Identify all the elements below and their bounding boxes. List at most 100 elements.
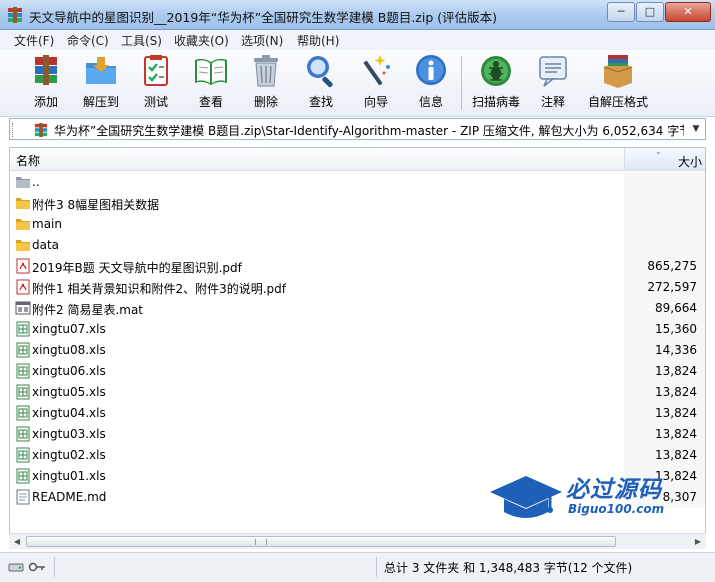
close-button[interactable]: ✕	[665, 2, 711, 22]
file-row[interactable]: xingtu04.xls 13,824	[10, 403, 705, 424]
trash-icon	[254, 55, 278, 87]
file-row[interactable]: xingtu07.xls 15,360	[10, 319, 705, 340]
address-grip	[12, 123, 16, 137]
file-name: main	[32, 217, 62, 231]
horizontal-scrollbar[interactable]: ◀ ▶	[9, 533, 706, 549]
file-row[interactable]: xingtu02.xls 13,824	[10, 445, 705, 466]
winrar-app-icon[interactable]	[7, 7, 23, 23]
xls-file-icon	[16, 363, 30, 379]
virus-scan-icon	[481, 56, 511, 86]
column-size-header[interactable]: ⌄ 大小	[624, 148, 705, 170]
menu-options[interactable]: 选项(N)	[241, 32, 283, 49]
xls-file-icon	[16, 342, 30, 358]
extract-to-button[interactable]: 解压到	[73, 53, 129, 110]
wizard-label: 向导	[363, 95, 388, 109]
file-size: 89,664	[655, 301, 697, 315]
file-size: 13,824	[655, 406, 697, 420]
comment-button[interactable]: 注释	[525, 53, 581, 110]
xls-file-icon	[16, 447, 30, 463]
file-row[interactable]: ..	[10, 172, 705, 193]
file-row[interactable]: 2019年B题 天文导航中的星图识别.pdf 865,275	[10, 256, 705, 277]
menu-bar: 文件(F) 命令(C) 工具(S) 收藏夹(O) 选项(N) 帮助(H)	[0, 30, 715, 51]
delete-button[interactable]: 删除	[238, 53, 294, 110]
address-bar[interactable]: 华为杯”全国研究生数学建模 B题目.zip\Star-Identify-Algo…	[9, 118, 706, 140]
watermark-site: Biguo100.com	[568, 502, 665, 516]
file-row[interactable]: xingtu08.xls 14,336	[10, 340, 705, 361]
file-name: README.md	[32, 490, 107, 504]
test-button[interactable]: 测试	[128, 53, 184, 110]
toolbar-separator	[461, 56, 462, 110]
file-row[interactable]: 附件2 简易星表.mat 89,664	[10, 298, 705, 319]
file-size: 15,360	[655, 322, 697, 336]
xls-file-icon	[16, 384, 30, 400]
menu-commands[interactable]: 命令(C)	[67, 32, 109, 49]
scroll-thumb[interactable]	[26, 536, 616, 547]
virus-scan-label: 扫描病毒	[471, 95, 520, 109]
wizard-button[interactable]: 向导	[348, 53, 404, 110]
file-row[interactable]: xingtu06.xls 13,824	[10, 361, 705, 382]
sfx-label: 自解压格式	[587, 95, 648, 109]
file-row[interactable]: data	[10, 235, 705, 256]
title-bar: 天文导航中的星图识别__2019年“华为杯”全国研究生数学建模 B题目.zip …	[0, 0, 715, 30]
folder-icon	[16, 240, 30, 251]
file-name: 2019年B题 天文导航中的星图识别.pdf	[32, 261, 242, 275]
address-path: 华为杯”全国研究生数学建模 B题目.zip\Star-Identify-Algo…	[54, 124, 684, 138]
archive-icon	[34, 123, 48, 137]
info-icon	[416, 55, 446, 85]
scroll-left-icon[interactable]: ◀	[10, 535, 24, 548]
status-bar: 总计 3 文件夹 和 1,348,483 字节(12 个文件)	[0, 552, 715, 582]
pdf-file-icon	[16, 258, 30, 274]
menu-file[interactable]: 文件(F)	[14, 32, 54, 49]
file-row[interactable]: 附件3 8幅星图相关数据	[10, 193, 705, 214]
view-book-icon	[195, 58, 227, 85]
file-name: 附件3 8幅星图相关数据	[32, 198, 160, 212]
file-row[interactable]: xingtu05.xls 13,824	[10, 382, 705, 403]
info-button[interactable]: 信息	[403, 53, 459, 110]
add-label: 添加	[33, 95, 58, 109]
parent-folder-icon	[16, 177, 30, 188]
test-checklist-icon	[144, 55, 168, 86]
file-row[interactable]: main	[10, 214, 705, 235]
maximize-button[interactable]: □	[636, 2, 664, 22]
sfx-button[interactable]: 自解压格式	[587, 53, 649, 110]
minimize-button[interactable]: ─	[607, 2, 635, 22]
file-list-header: 名称 ⌄ 大小	[10, 148, 705, 171]
add-button[interactable]: 添加	[18, 53, 74, 110]
file-name: xingtu06.xls	[32, 364, 106, 378]
file-row[interactable]: 附件1 相关背景知识和附件2、附件3的说明.pdf 272,597	[10, 277, 705, 298]
find-button[interactable]: 查找	[293, 53, 349, 110]
comment-icon	[539, 56, 567, 87]
file-size: 13,824	[655, 448, 697, 462]
xls-file-icon	[16, 468, 30, 484]
column-name[interactable]: 名称	[16, 152, 40, 169]
folder-icon	[16, 219, 30, 230]
file-size: 13,824	[655, 364, 697, 378]
comment-label: 注释	[540, 95, 565, 109]
menu-help[interactable]: 帮助(H)	[297, 32, 339, 49]
xls-file-icon	[16, 405, 30, 421]
file-name: 附件1 相关背景知识和附件2、附件3的说明.pdf	[32, 282, 286, 296]
status-separator	[376, 557, 377, 577]
drive-icon[interactable]	[8, 560, 24, 574]
mat-file-icon	[15, 301, 31, 315]
sfx-box-icon	[603, 55, 633, 88]
folder-icon	[16, 198, 30, 209]
file-size: 865,275	[647, 259, 697, 273]
text-file-icon	[16, 489, 30, 505]
virus-scan-button[interactable]: 扫描病毒	[468, 53, 524, 110]
view-button[interactable]: 查看	[183, 53, 239, 110]
find-magnifier-icon	[307, 56, 333, 88]
file-size: 13,824	[655, 427, 697, 441]
address-dropdown-icon[interactable]: ▼	[689, 121, 703, 137]
file-name: xingtu05.xls	[32, 385, 106, 399]
file-size: 13,824	[655, 385, 697, 399]
menu-tools[interactable]: 工具(S)	[121, 32, 162, 49]
file-row[interactable]: xingtu03.xls 13,824	[10, 424, 705, 445]
menu-favorites[interactable]: 收藏夹(O)	[174, 32, 229, 49]
delete-label: 删除	[253, 95, 278, 109]
column-size: 大小	[677, 155, 702, 169]
file-name: 附件2 简易星表.mat	[32, 303, 144, 317]
graduation-cap-icon	[490, 476, 562, 518]
scroll-right-icon[interactable]: ▶	[691, 535, 705, 548]
key-icon[interactable]	[28, 560, 46, 574]
